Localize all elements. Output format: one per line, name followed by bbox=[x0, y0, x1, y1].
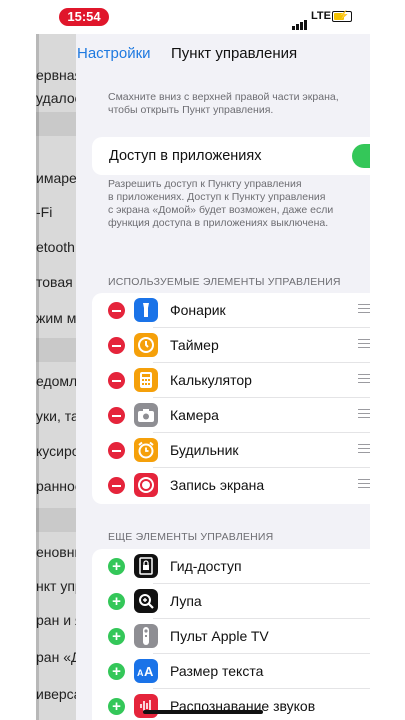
list-item[interactable]: Будильник bbox=[92, 433, 370, 468]
control-label: Гид-доступ bbox=[170, 558, 242, 574]
left-item: еновны bbox=[36, 544, 76, 560]
screen-record-icon bbox=[134, 473, 158, 497]
apple-tv-remote-icon bbox=[134, 624, 158, 648]
access-card: Доступ в приложениях bbox=[92, 137, 370, 175]
remove-icon[interactable] bbox=[108, 477, 125, 494]
svg-text:A: A bbox=[137, 668, 144, 678]
timer-icon bbox=[134, 333, 158, 357]
svg-text:A: A bbox=[144, 664, 154, 679]
guided-access-icon bbox=[134, 554, 158, 578]
access-in-apps-toggle[interactable] bbox=[352, 144, 370, 168]
add-icon[interactable]: + bbox=[108, 698, 125, 715]
control-label: Фонарик bbox=[170, 302, 226, 318]
calculator-icon bbox=[134, 368, 158, 392]
add-icon[interactable]: + bbox=[108, 628, 125, 645]
list-item[interactable]: + Распознавание звуков bbox=[92, 689, 370, 720]
reorder-handle-icon[interactable] bbox=[358, 444, 370, 456]
remove-icon[interactable] bbox=[108, 302, 125, 319]
access-in-apps-label: Доступ в приложениях bbox=[109, 148, 262, 164]
control-label: Лупа bbox=[170, 593, 202, 609]
control-label: Калькулятор bbox=[170, 372, 252, 388]
control-center-settings: Настройки Пункт управления Смахните вниз… bbox=[76, 34, 370, 720]
alarm-icon bbox=[134, 438, 158, 462]
add-icon[interactable]: + bbox=[108, 593, 125, 610]
list-item[interactable]: + Лупа bbox=[92, 584, 370, 619]
text-size-icon: AA bbox=[134, 659, 158, 683]
control-label: Таймер bbox=[170, 337, 219, 353]
left-item: etooth bbox=[36, 239, 75, 255]
magnifier-icon bbox=[134, 589, 158, 613]
control-label: Камера bbox=[170, 407, 219, 423]
list-item[interactable]: + Гид-доступ bbox=[92, 549, 370, 584]
cellular-signal-icon bbox=[292, 12, 308, 30]
left-item: нкт упр bbox=[36, 578, 76, 594]
status-time: 15:54 bbox=[59, 8, 109, 26]
left-item: едомле bbox=[36, 373, 76, 389]
status-bar: 15:54 LTE ⚡ bbox=[0, 0, 405, 34]
left-item: ран и я bbox=[36, 612, 76, 628]
screen: 15:54 LTE ⚡ ервная удалос имарежи -Fi et… bbox=[0, 0, 405, 720]
add-icon[interactable]: + bbox=[108, 558, 125, 575]
list-item[interactable]: Таймер bbox=[92, 328, 370, 363]
back-button[interactable]: Настройки bbox=[77, 45, 151, 62]
swipe-hint: Смахните вниз с верхней правой части экр… bbox=[108, 91, 339, 116]
remove-icon[interactable] bbox=[108, 442, 125, 459]
left-item: жим мо bbox=[36, 310, 76, 326]
left-item: иверса bbox=[36, 686, 76, 702]
left-item: кусиро bbox=[36, 443, 76, 459]
control-label: Размер текста bbox=[170, 663, 264, 679]
left-item: ервная bbox=[36, 67, 76, 83]
reorder-handle-icon[interactable] bbox=[358, 479, 370, 491]
left-item: уки, та bbox=[36, 408, 76, 424]
reorder-handle-icon[interactable] bbox=[358, 339, 370, 351]
navigation-bar: Настройки Пункт управления bbox=[76, 34, 370, 78]
control-label: Запись экрана bbox=[170, 477, 265, 493]
remove-icon[interactable] bbox=[108, 407, 125, 424]
camera-icon bbox=[134, 403, 158, 427]
battery-icon: ⚡ bbox=[332, 10, 352, 22]
list-item[interactable]: + Пульт Apple TV bbox=[92, 619, 370, 654]
reorder-handle-icon[interactable] bbox=[358, 304, 370, 316]
reorder-handle-icon[interactable] bbox=[358, 374, 370, 386]
home-indicator[interactable] bbox=[143, 710, 263, 714]
left-item: удалос bbox=[36, 90, 76, 106]
add-icon[interactable]: + bbox=[108, 663, 125, 680]
page-title: Пункт управления bbox=[171, 45, 298, 62]
more-controls-header: ЕЩЕ ЭЛЕМЕНТЫ УПРАВЛЕНИЯ bbox=[108, 531, 274, 543]
list-item[interactable]: Камера bbox=[92, 398, 370, 433]
control-label: Будильник bbox=[170, 442, 239, 458]
left-item: имарежи bbox=[36, 170, 76, 186]
previous-screen-panel: ервная удалос имарежи -Fi etooth товая с… bbox=[36, 34, 76, 720]
sound-recognition-icon bbox=[134, 694, 158, 718]
included-controls-list: Фонарик Таймер Калькулятор Камера Будиль… bbox=[92, 293, 370, 504]
left-item: ранное bbox=[36, 478, 76, 494]
remove-icon[interactable] bbox=[108, 372, 125, 389]
access-hint: Разрешить доступ к Пункту управления в п… bbox=[108, 178, 334, 229]
network-type: LTE bbox=[311, 10, 331, 22]
flashlight-icon bbox=[134, 298, 158, 322]
list-item[interactable]: Фонарик bbox=[92, 293, 370, 328]
more-controls-list: + Гид-доступ + Лупа + Пульт Apple TV + A… bbox=[92, 549, 370, 720]
list-item[interactable]: + AA Размер текста bbox=[92, 654, 370, 689]
left-item: ран «Д bbox=[36, 649, 76, 665]
included-controls-header: ИСПОЛЬЗУЕМЫЕ ЭЛЕМЕНТЫ УПРАВЛЕНИЯ bbox=[108, 276, 341, 288]
list-item[interactable]: Запись экрана bbox=[92, 468, 370, 503]
control-label: Пульт Apple TV bbox=[170, 628, 269, 644]
reorder-handle-icon[interactable] bbox=[358, 409, 370, 421]
remove-icon[interactable] bbox=[108, 337, 125, 354]
right-margin bbox=[370, 34, 405, 720]
list-item[interactable]: Калькулятор bbox=[92, 363, 370, 398]
left-item: товая с bbox=[36, 274, 76, 290]
